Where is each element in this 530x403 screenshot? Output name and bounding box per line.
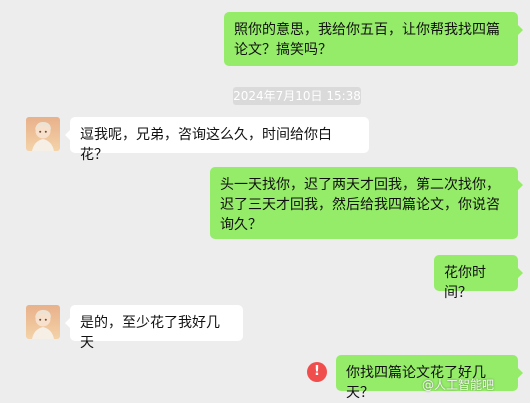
message-text: 逗我呢，兄弟，咨询这么久，时间给你白花？ xyxy=(80,127,332,163)
anime-boy-avatar-icon xyxy=(26,117,60,151)
anime-boy-avatar-icon xyxy=(26,305,60,339)
message-text: 是的，至少花了我好几天 xyxy=(80,315,220,351)
message-bubble-received[interactable]: 逗我呢，兄弟，咨询这么久，时间给你白花？ xyxy=(65,117,369,163)
message-text: 照你的意思，我给你五百，让你帮我找四篇论文？搞笑吗？ xyxy=(234,22,500,58)
error-mark: ! xyxy=(314,364,320,379)
error-exclamation-icon[interactable]: ! xyxy=(307,362,327,382)
timestamp-divider: 2024年7月10日 15:38 xyxy=(233,87,361,105)
contact-avatar[interactable] xyxy=(26,117,60,151)
message-bubble-sent[interactable]: 照你的意思，我给你五百，让你帮我找四篇论文？搞笑吗？ xyxy=(224,12,523,66)
contact-avatar[interactable] xyxy=(26,305,60,339)
message-text: 头一天找你，迟了两天才回我，第二次找你，迟了三天才回我，然后给我四篇论文，你说咨… xyxy=(220,177,500,233)
watermark: @人工智能吧 xyxy=(422,378,495,392)
message-bubble-received[interactable]: 是的，至少花了我好几天 xyxy=(65,305,243,351)
message-bubble-sent[interactable]: 花你时间？ xyxy=(434,255,523,301)
message-bubble-sent[interactable]: 头一天找你，迟了两天才回我，第二次找你，迟了三天才回我，然后给我四篇论文，你说咨… xyxy=(210,167,523,239)
message-text: 花你时间？ xyxy=(444,265,486,301)
